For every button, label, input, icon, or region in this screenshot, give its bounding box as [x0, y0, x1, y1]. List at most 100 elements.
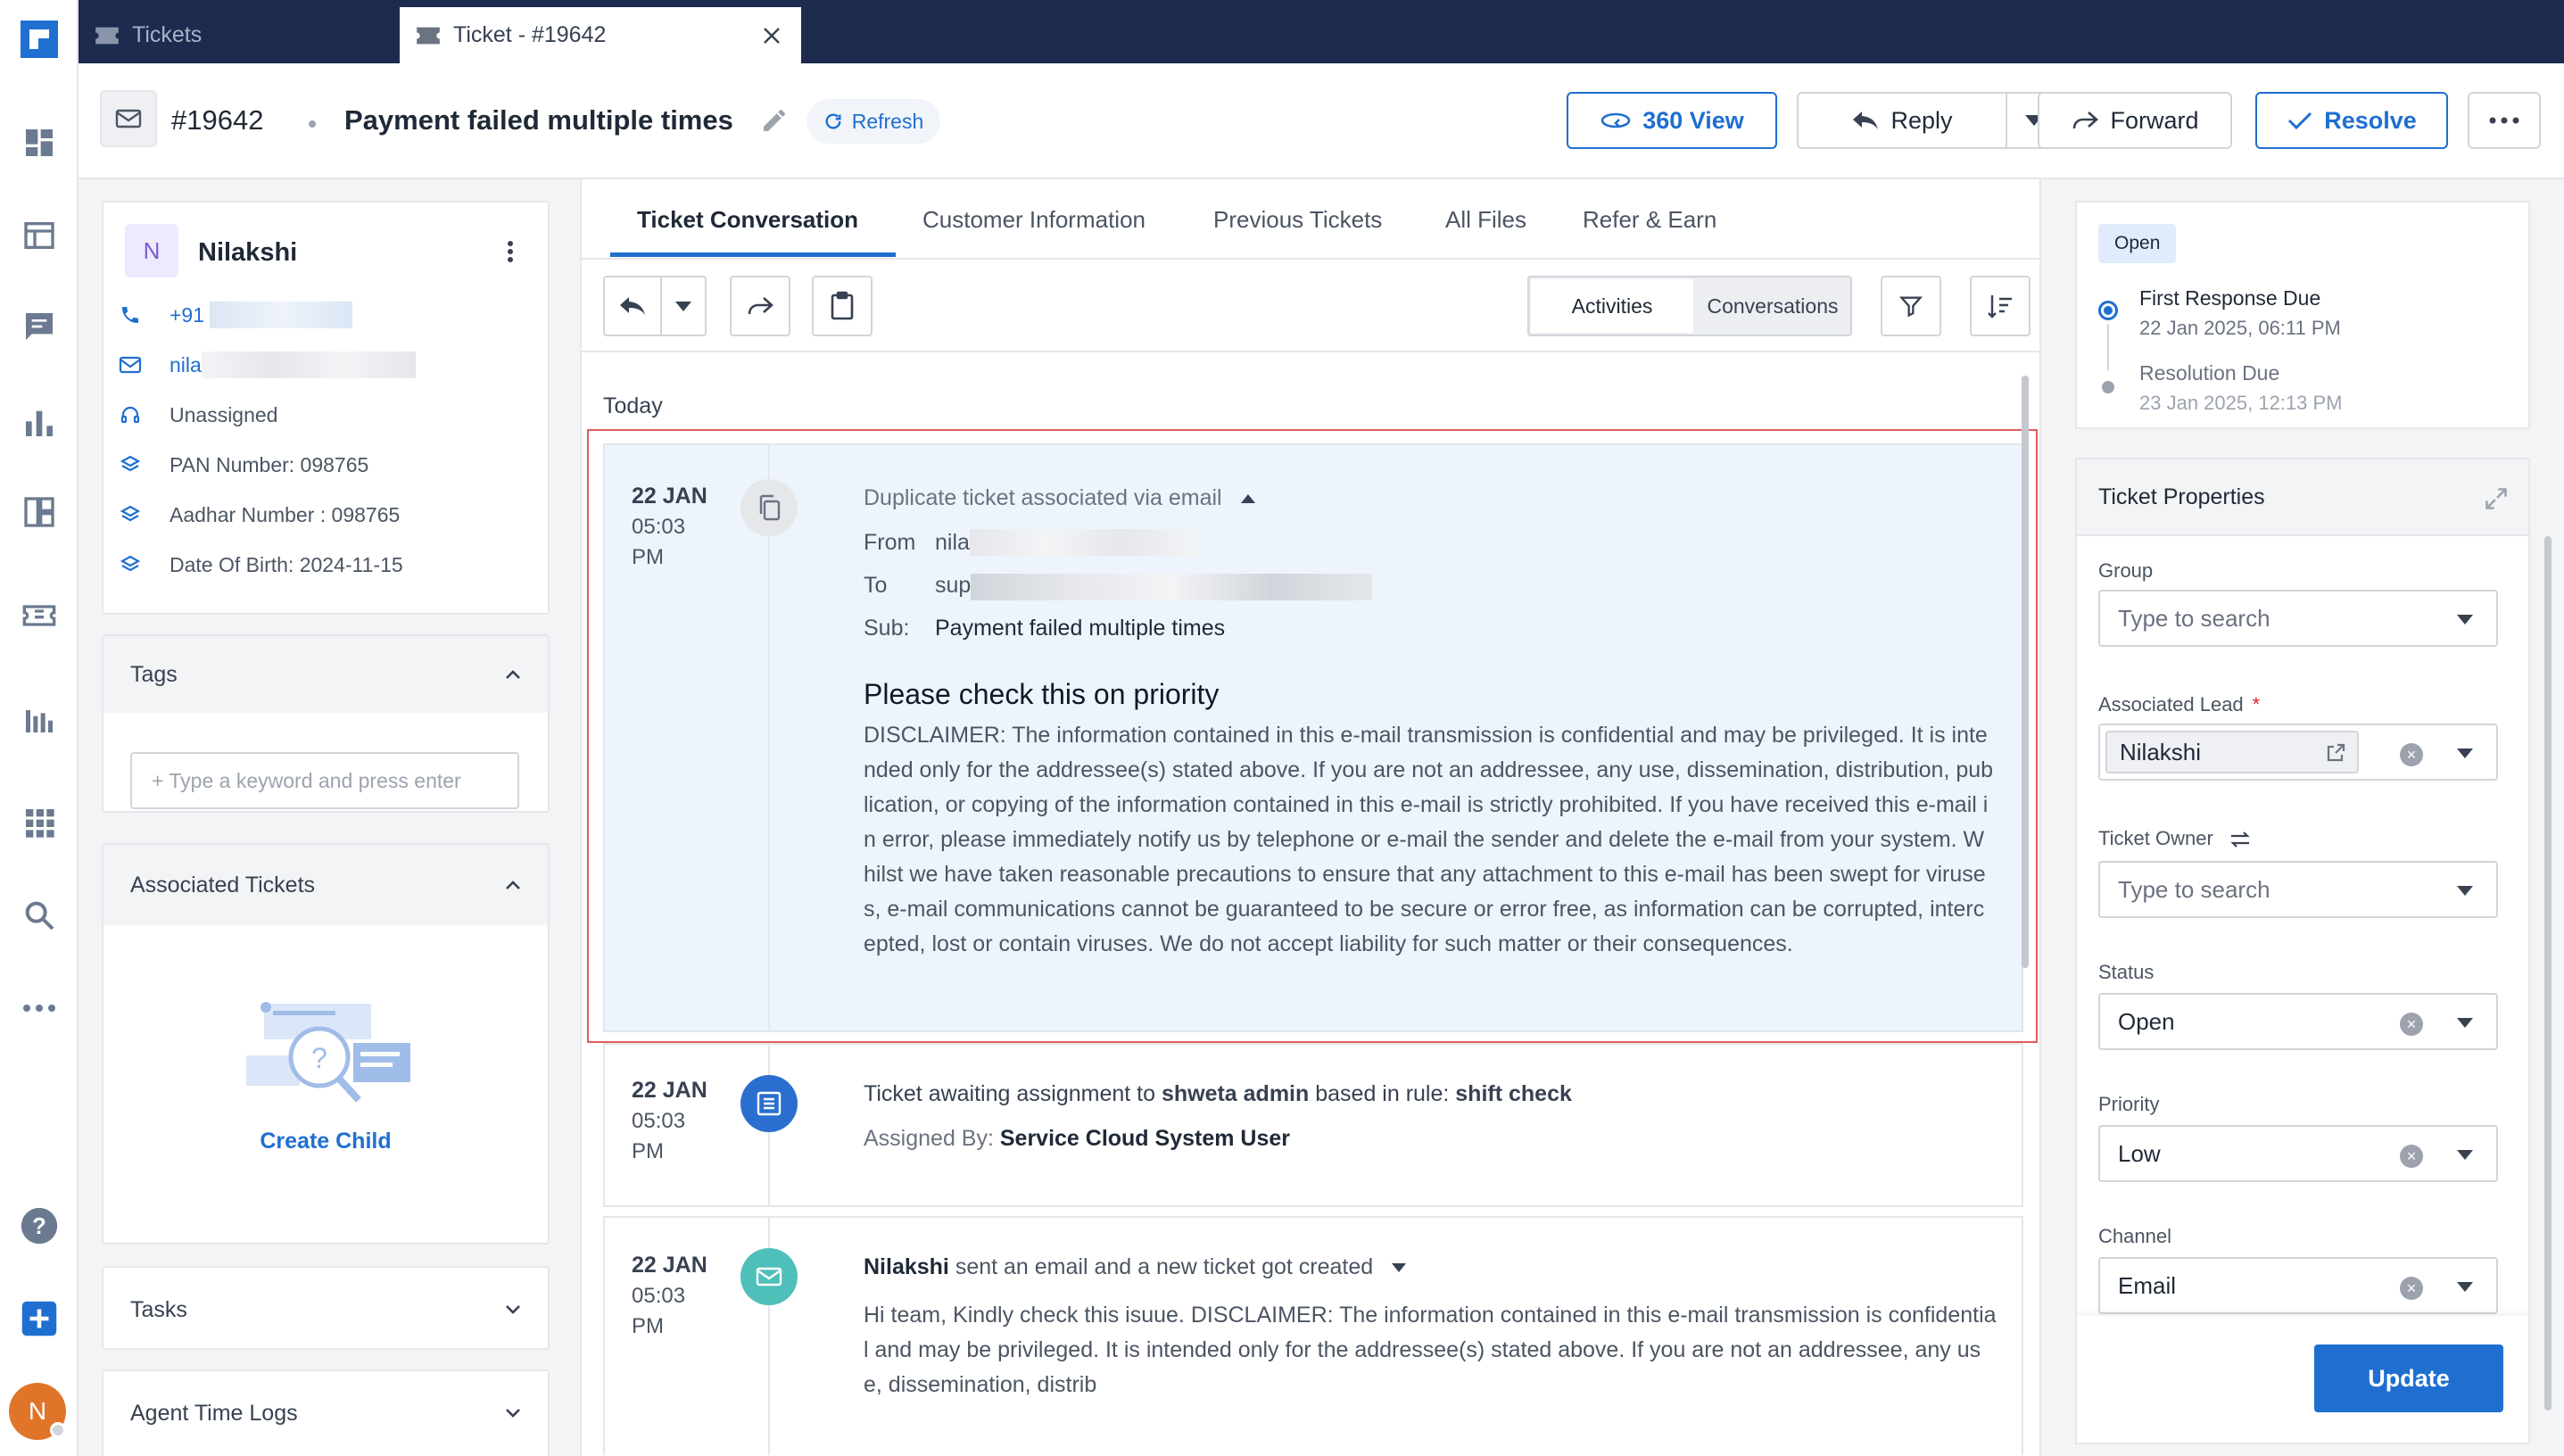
tasks-header[interactable]: Tasks	[103, 1268, 548, 1352]
chevron-down-icon	[675, 301, 691, 311]
chevron-up-icon[interactable]	[1240, 494, 1255, 504]
conversation-panel: Ticket Conversation Customer Information…	[567, 179, 2048, 1456]
agent-time-logs-header[interactable]: Agent Time Logs	[103, 1371, 548, 1455]
reply-toolbar-dropdown[interactable]	[660, 276, 707, 336]
dashboard-icon[interactable]	[16, 120, 62, 166]
clear-icon[interactable]: ×	[2400, 1145, 2423, 1168]
conversations-toggle[interactable]: Conversations	[1695, 279, 1850, 333]
properties-scrollbar[interactable]	[2544, 536, 2552, 1410]
sub-label: Sub:	[864, 616, 910, 641]
tab-refer-earn[interactable]: Refer & Earn	[1583, 206, 1716, 234]
status-badge: Open	[2098, 224, 2177, 263]
entry-title[interactable]: Duplicate ticket associated via email	[864, 481, 1255, 516]
status-select[interactable]: Open ×	[2098, 993, 2498, 1050]
entry-time: 05:03	[632, 1284, 686, 1308]
toolbar-divider	[582, 351, 2039, 352]
chevron-down-icon	[2457, 1018, 2473, 1028]
rule-name: shift check	[1455, 1081, 1572, 1106]
tab-customer-information[interactable]: Customer Information	[922, 206, 1146, 234]
customer-assignment: Unassigned	[170, 402, 278, 426]
update-button[interactable]: Update	[2314, 1344, 2503, 1412]
forward-toolbar-button[interactable]	[730, 276, 790, 336]
lead-chip[interactable]: Nilakshi	[2105, 731, 2359, 774]
kebab-menu-icon[interactable]	[507, 240, 514, 263]
tab-label: Tickets	[132, 22, 203, 47]
email-created-title[interactable]: Nilakshi sent an email and a new ticket …	[864, 1250, 1407, 1285]
filter-button[interactable]	[1881, 276, 1941, 336]
sla-pending-dot	[2102, 381, 2114, 393]
customer-phone[interactable]: +91	[170, 303, 204, 327]
customer-email[interactable]: nila	[170, 353, 202, 377]
svg-text:?: ?	[311, 1042, 327, 1074]
notes-toolbar-button[interactable]	[812, 276, 873, 336]
associated-lead-select[interactable]: Nilakshi ×	[2098, 724, 2498, 781]
group-select[interactable]: Type to search	[2098, 590, 2498, 647]
create-child-link[interactable]: Create Child	[103, 1129, 548, 1154]
customer-panel: N Nilakshi +91 nila Unassigned PAN Numbe…	[79, 179, 578, 1456]
analytics-icon[interactable]	[16, 696, 62, 742]
conversation-scrollbar[interactable]	[2022, 376, 2029, 968]
table-icon[interactable]	[16, 212, 62, 259]
more-actions-button[interactable]	[2468, 92, 2541, 149]
channel-select[interactable]: Email ×	[2098, 1257, 2498, 1314]
reports-icon[interactable]	[16, 400, 62, 446]
forward-button[interactable]: Forward	[2038, 92, 2232, 149]
resolve-button[interactable]: Resolve	[2255, 92, 2448, 149]
ticket-owner-select[interactable]: Type to search	[2098, 861, 2498, 918]
tickets-icon[interactable]	[16, 592, 62, 639]
mail-icon	[100, 90, 157, 147]
help-icon[interactable]: ?	[16, 1203, 62, 1249]
resolution-date: 23 Jan 2025, 12:13 PM	[2139, 392, 2343, 414]
tab-ticket-conversation[interactable]: Ticket Conversation	[637, 206, 858, 234]
email-heading: Please check this on priority	[864, 678, 1220, 710]
assignment-text-a: Ticket awaiting assignment to	[864, 1081, 1162, 1106]
first-response-date: 22 Jan 2025, 06:11 PM	[2139, 317, 2341, 339]
expand-icon[interactable]	[2484, 486, 2509, 511]
app-logo-icon[interactable]	[16, 16, 62, 62]
tab-tickets[interactable]: Tickets	[79, 7, 400, 63]
timeline-entry: 22 JAN 05:03 PM Ticket awaiting assignme…	[603, 1043, 2023, 1207]
activities-toggle[interactable]: Activities	[1531, 279, 1693, 333]
reply-toolbar-button[interactable]	[603, 276, 662, 336]
to-label: To	[864, 573, 888, 598]
chevron-down-icon[interactable]	[1392, 1263, 1407, 1273]
left-navigation-rail: ? N	[0, 0, 79, 1456]
tab-previous-tickets[interactable]: Previous Tickets	[1213, 206, 1382, 234]
refresh-button[interactable]: Refresh	[806, 99, 940, 144]
tab-all-files[interactable]: All Files	[1445, 206, 1526, 234]
clear-icon[interactable]: ×	[2400, 1013, 2423, 1036]
priority-select[interactable]: Low ×	[2098, 1125, 2498, 1182]
tags-input[interactable]: + Type a keyword and press enter	[130, 752, 519, 809]
swap-icon[interactable]	[2229, 831, 2251, 848]
reply-button[interactable]: Reply	[1797, 92, 2007, 149]
chat-icon[interactable]	[16, 303, 62, 350]
conversation-container: Ticket Conversation Customer Information…	[580, 179, 2041, 1456]
clear-icon[interactable]: ×	[2400, 1277, 2423, 1300]
360-view-icon	[1600, 112, 1631, 128]
apps-grid-icon[interactable]	[16, 799, 62, 846]
tab-label: Ticket - #19642	[453, 22, 607, 47]
email-preview-body: Hi team, Kindly check this isuue. DISCLA…	[864, 1303, 1997, 1397]
open-external-icon[interactable]	[2325, 742, 2346, 764]
more-icon[interactable]	[16, 985, 62, 1031]
add-icon[interactable]	[16, 1295, 62, 1342]
sort-button[interactable]	[1970, 276, 2031, 336]
search-icon[interactable]	[16, 892, 62, 939]
clear-icon[interactable]: ×	[2400, 743, 2423, 766]
redacted-block	[971, 574, 1373, 600]
tags-header[interactable]: Tags	[103, 636, 548, 713]
duplicate-icon	[740, 479, 798, 536]
tab-divider	[582, 258, 2039, 260]
layout-icon[interactable]	[16, 489, 62, 535]
edit-pencil-icon[interactable]	[760, 106, 789, 135]
refresh-label: Refresh	[851, 109, 924, 133]
close-icon[interactable]	[762, 26, 782, 46]
tab-ticket-19642[interactable]: Ticket - #19642	[400, 7, 801, 63]
associated-lead-label-text: Associated Lead	[2098, 693, 2244, 716]
pan-row: PAN Number: 098765	[103, 447, 548, 483]
headset-icon	[120, 406, 140, 424]
customer-card: N Nilakshi +91 nila Unassigned PAN Numbe…	[102, 201, 550, 615]
phone-icon	[122, 307, 138, 323]
360-view-button[interactable]: 360 View	[1567, 92, 1777, 149]
associated-tickets-header[interactable]: Associated Tickets	[103, 845, 548, 925]
